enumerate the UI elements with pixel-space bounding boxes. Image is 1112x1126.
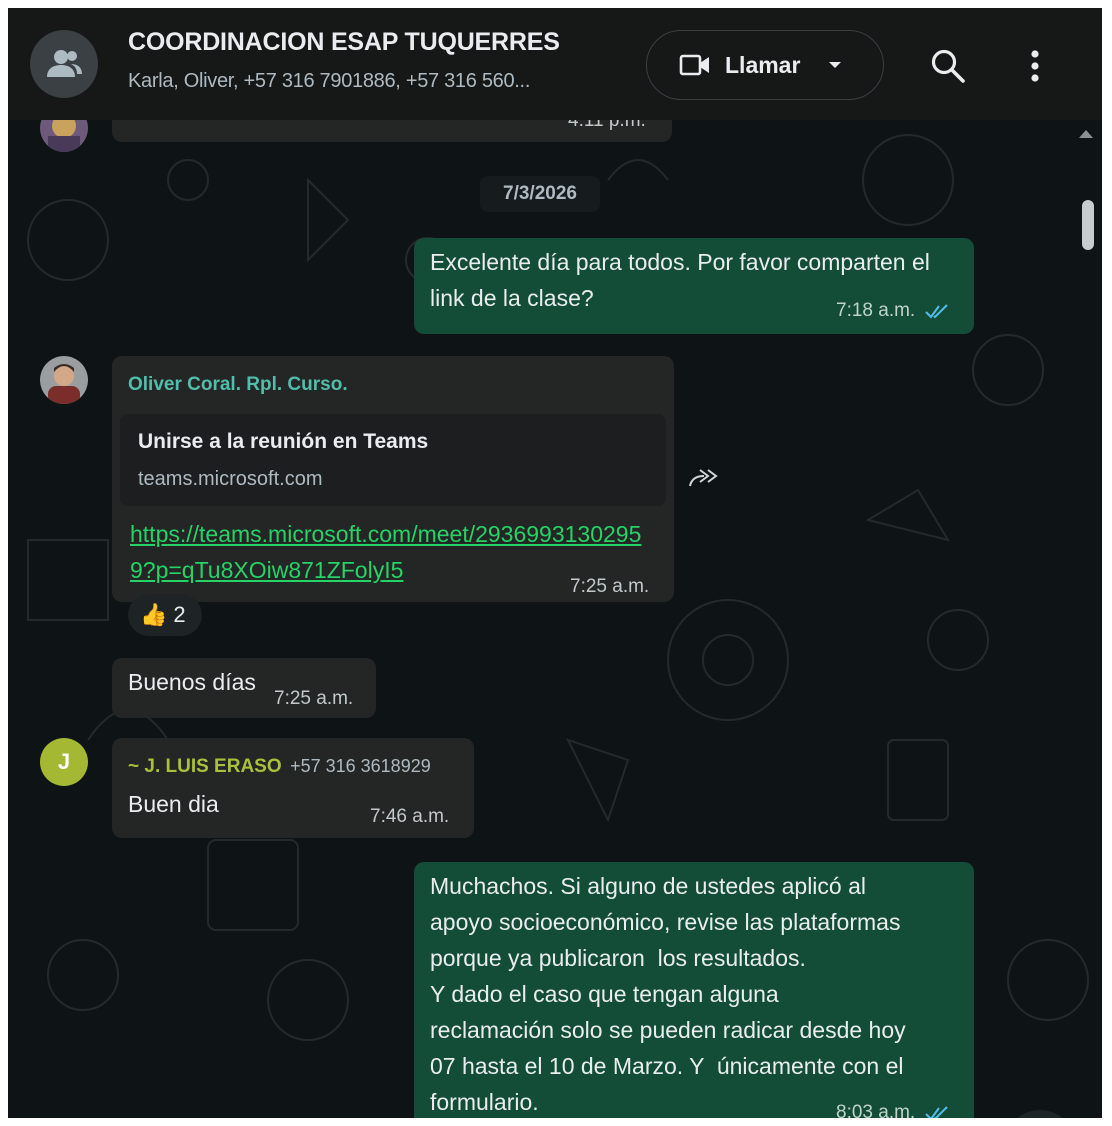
message-time: 7:46 a.m. [370, 806, 450, 827]
whatsapp-window: COORDINACION ESAP TUQUERRES Karla, Olive… [8, 8, 1102, 1118]
message-sender-phone[interactable]: +57 316 3618929 [290, 756, 431, 776]
message-list[interactable]: 4:11 p.m. 7/3/2026 Excelente día para to… [8, 120, 1102, 1118]
message-sender-name[interactable]: ~ J. LUIS ERASO [128, 756, 282, 777]
video-camera-icon [679, 54, 709, 76]
message-text-line: apoyo socioeconómico, revise las platafo… [430, 909, 901, 935]
message-bubble-link[interactable]: Oliver Coral. Rpl. Curso. Unirse a la re… [112, 356, 674, 602]
chat-participants[interactable]: Karla, Oliver, +57 316 7901886, +57 316 … [128, 70, 530, 93]
group-icon [47, 50, 82, 77]
thumbs-up-icon: 👍 [140, 602, 168, 627]
sender-avatar-oliver[interactable] [40, 356, 88, 404]
link-preview-host: teams.microsoft.com [138, 468, 323, 490]
message-text-line: Muchachos. Si alguno de ustedes aplicó a… [430, 873, 867, 899]
search-icon[interactable] [928, 46, 968, 86]
message-time: 7:25 a.m. [274, 688, 354, 709]
message-time: 7:18 a.m. [836, 300, 916, 321]
message-text-line: reclamación solo se pueden radicar desde… [430, 1017, 906, 1043]
message-text-block: Muchachos. Si alguno de ustedes aplicó a… [430, 868, 970, 1118]
call-button[interactable]: Llamar [646, 30, 884, 100]
scrollbar-thumb[interactable] [1082, 200, 1094, 250]
message-time: 7:25 a.m. [570, 576, 650, 597]
message-sender-row: ~ J. LUIS ERASO +57 316 3618929 [128, 756, 431, 778]
call-button-label: Llamar [725, 51, 801, 78]
chat-title[interactable]: COORDINACION ESAP TUQUERRES [128, 28, 560, 57]
reaction-badge[interactable]: 👍 2 [128, 594, 202, 636]
chevron-down-icon [829, 62, 842, 68]
message-text: Buenos días [128, 669, 256, 695]
message-bubble-outgoing[interactable]: Muchachos. Si alguno de ustedes aplicó a… [414, 862, 974, 1118]
message-time: 4:11 p.m. [568, 120, 646, 131]
message-time: 8:03 a.m. [836, 1102, 916, 1118]
more-options-icon[interactable] [1020, 46, 1050, 86]
sender-avatar-luis[interactable]: J [40, 738, 88, 786]
message-bubble-outgoing[interactable]: Excelente día para todos. Por favor comp… [414, 238, 974, 334]
scroll-up-arrow[interactable] [1079, 130, 1093, 138]
double-check-icon [924, 304, 948, 319]
avatar-photo-icon [40, 356, 88, 404]
reaction-count: 2 [173, 602, 186, 627]
message-bubble-partial[interactable]: 4:11 p.m. [112, 120, 672, 142]
message-time-status: 7:18 a.m. [836, 300, 951, 322]
chat-header[interactable]: COORDINACION ESAP TUQUERRES Karla, Olive… [8, 8, 1102, 120]
message-text-line: 07 hasta el 10 de Marzo. Y únicamente co… [430, 1053, 904, 1079]
message-text: Buen dia [128, 791, 219, 817]
date-divider: 7/3/2026 [480, 176, 600, 212]
link-preview-title: Unirse a la reunión en Teams [138, 430, 429, 453]
message-time-status: 8:03 a.m. [836, 1102, 951, 1118]
double-check-icon [924, 1106, 948, 1118]
message-bubble-incoming[interactable]: ~ J. LUIS ERASO +57 316 3618929 Buen dia… [112, 738, 474, 838]
message-text-line: Y dado el caso que tengan alguna [430, 981, 779, 1007]
message-sender-name[interactable]: Oliver Coral. Rpl. Curso. [128, 374, 348, 396]
message-text-line: porque ya publicaron los resultados. [430, 945, 806, 971]
link-preview-card[interactable]: Unirse a la reunión en Teams teams.micro… [120, 414, 666, 506]
forward-icon[interactable] [688, 466, 720, 490]
avatar-letter: J [57, 749, 71, 774]
message-bubble-incoming[interactable]: Buenos días 7:25 a.m. [112, 658, 376, 718]
group-avatar[interactable] [30, 30, 98, 98]
